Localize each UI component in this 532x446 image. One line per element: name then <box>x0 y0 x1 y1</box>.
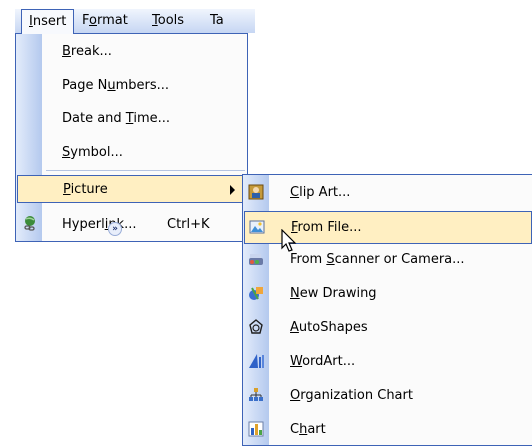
menu-item-page-numbers[interactable]: Page Numbers... <box>16 72 247 100</box>
from-file-icon <box>249 220 265 234</box>
submenu-item-wordart[interactable]: WordArt... <box>243 345 532 378</box>
submenu-item-clip-art[interactable]: Clip Art... <box>243 176 532 209</box>
menu-bar: Insert Format Tools Ta <box>15 9 255 34</box>
org-chart-icon <box>249 388 263 401</box>
menu-item-break[interactable]: Break... <box>16 38 247 66</box>
hyperlink-icon <box>24 216 35 231</box>
autoshapes-icon <box>249 319 263 334</box>
menu-format[interactable]: Format <box>75 9 135 33</box>
clip-art-icon <box>248 184 264 200</box>
menu-item-hyperlink[interactable]: Hyperlink... Ctrl+K <box>16 211 247 239</box>
submenu-arrow-icon <box>230 185 235 195</box>
menu-separator <box>46 170 245 171</box>
submenu-item-new-drawing[interactable]: New Drawing <box>243 277 532 310</box>
mouse-pointer-icon <box>281 229 297 252</box>
new-drawing-icon <box>249 287 263 300</box>
hyperlink-shortcut: Ctrl+K <box>167 217 210 232</box>
submenu-item-organization-chart[interactable]: Organization Chart <box>243 379 532 412</box>
menu-table[interactable]: Ta <box>203 9 231 33</box>
scanner-icon <box>249 254 263 265</box>
menu-tools[interactable]: Tools <box>145 9 191 33</box>
expand-menu-chevron-icon[interactable]: » <box>108 222 122 236</box>
menu-item-symbol[interactable]: Symbol... <box>16 139 247 167</box>
menu-insert[interactable]: Insert <box>21 9 75 34</box>
menu-item-date-and-time[interactable]: Date and Time... <box>16 105 247 133</box>
submenu-item-autoshapes[interactable]: AutoShapes <box>243 311 532 344</box>
chart-icon <box>248 421 264 437</box>
menu-item-picture[interactable]: Picture <box>17 175 246 203</box>
wordart-icon <box>249 354 264 368</box>
submenu-item-chart[interactable]: Chart <box>243 413 532 446</box>
insert-menu: Break... Page Numbers... Date and Time..… <box>15 33 248 242</box>
picture-submenu: Clip Art... From File... From Scanner or… <box>242 174 532 446</box>
